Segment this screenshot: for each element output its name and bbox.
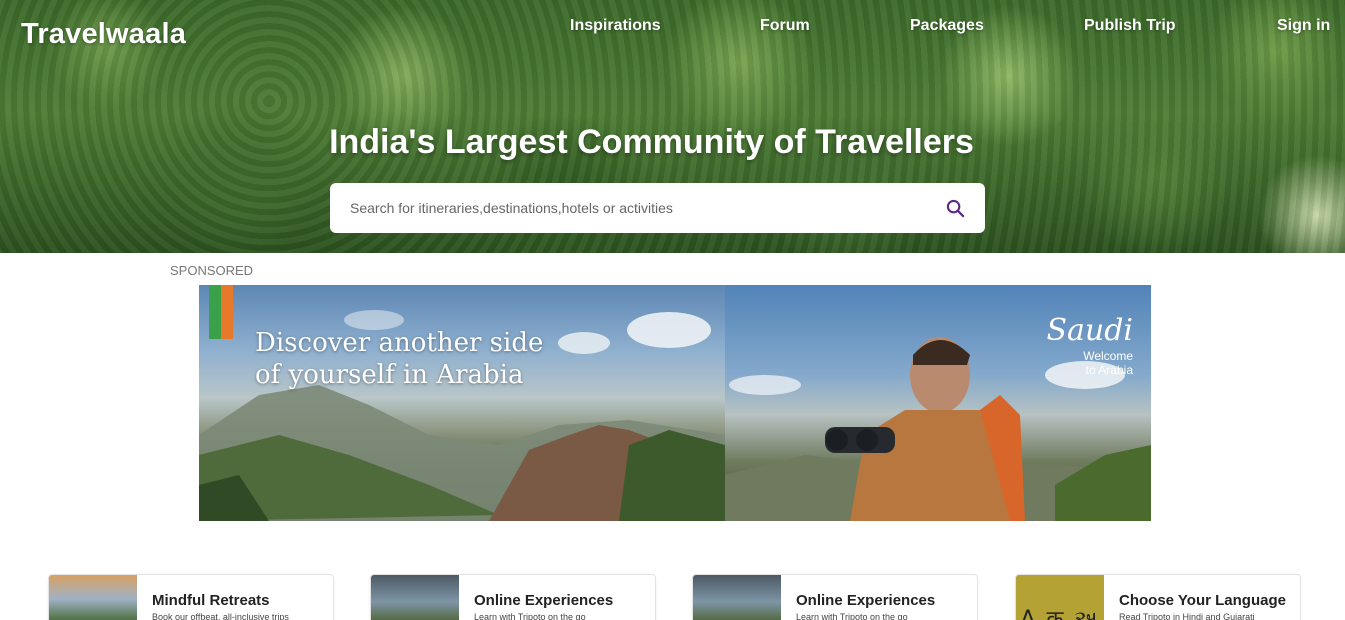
search-input[interactable] [350, 183, 935, 233]
ad-tagline-line1: Discover another side [255, 328, 544, 358]
nav-inspirations[interactable]: Inspirations [570, 17, 661, 35]
flag-stripes-icon [209, 285, 233, 339]
search-icon[interactable] [935, 183, 975, 233]
category-subtitle: Learn with Tripoto on the go [474, 612, 586, 620]
hero-headline: India's Largest Community of Travellers [329, 123, 974, 161]
ad-brand-sub1: Welcome [1083, 349, 1133, 363]
category-card-choose-language[interactable]: A क અ Choose Your Language Read Tripoto … [1015, 574, 1301, 620]
ad-brand-name: Saudi [1046, 313, 1133, 348]
sponsored-label: SPONSORED [170, 263, 254, 278]
online-experiences-thumbnail [371, 575, 459, 620]
top-nav: Inspirations Forum Packages Publish Trip… [0, 17, 1345, 39]
category-subtitle: Learn with Tripoto on the go [796, 612, 908, 620]
nav-packages[interactable]: Packages [910, 17, 984, 35]
category-card-online-experiences-2[interactable]: Online Experiences Learn with Tripoto on… [692, 574, 978, 620]
ad-tagline: Discover another side of yourself in Ara… [255, 327, 543, 391]
nav-publish-trip[interactable]: Publish Trip [1084, 17, 1176, 35]
mindful-retreats-thumbnail [49, 575, 137, 620]
category-title: Online Experiences [474, 592, 614, 609]
nav-forum[interactable]: Forum [760, 17, 810, 35]
category-subtitle: Book our offbeat, all-inclusive trips [152, 612, 289, 620]
online-experiences-thumbnail [693, 575, 781, 620]
category-card-mindful-retreats[interactable]: Mindful Retreats Book our offbeat, all-i… [48, 574, 334, 620]
language-thumbnail: A क અ [1016, 575, 1104, 620]
ad-brand-sub2: to Arabia [1085, 363, 1133, 377]
ad-landscape-image [199, 285, 725, 521]
language-glyphs: A क અ [1020, 607, 1100, 620]
category-title: Mindful Retreats [152, 592, 270, 609]
hero-banner: Travelwaala Inspirations Forum Packages … [0, 0, 1345, 253]
sponsored-ad-banner[interactable]: Discover another side of yourself in Ara… [199, 285, 1151, 521]
search-bar [330, 183, 985, 233]
ad-tagline-line2: of yourself in Arabia [255, 360, 524, 390]
category-title: Choose Your Language [1119, 592, 1286, 609]
ad-brand-logo: Saudi Welcome to Arabia [1046, 313, 1133, 378]
category-title: Online Experiences [796, 592, 936, 609]
category-card-online-experiences[interactable]: Online Experiences Learn with Tripoto on… [370, 574, 656, 620]
nav-sign-in[interactable]: Sign in [1277, 17, 1330, 35]
category-subtitle: Read Tripoto in Hindi and Gujarati [1119, 612, 1255, 620]
